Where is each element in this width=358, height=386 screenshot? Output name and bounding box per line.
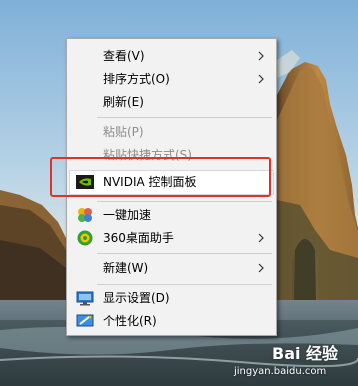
menu-item-label: 排序方式(O) (103, 72, 170, 86)
menu-item-speedup[interactable]: 一键加速 (67, 204, 276, 226)
baidu-jingyan-watermark: Bai 经验 jingyan.baidu.com (232, 340, 354, 382)
menu-item-label: 一键加速 (103, 208, 152, 222)
watermark-logo: Bai 经验 (272, 344, 339, 363)
menu-separator (97, 253, 272, 254)
menu-item-label: 粘贴(P) (103, 125, 144, 139)
menu-item-refresh[interactable]: 刷新(E) (67, 91, 276, 113)
menu-item-display-settings[interactable]: 显示设置(D) (67, 287, 276, 309)
chevron-right-icon (258, 233, 264, 243)
menu-item-label: 新建(W) (103, 261, 149, 275)
360-icon (77, 230, 93, 246)
menu-item-360-desktop-helper[interactable]: 360桌面助手 (67, 227, 276, 249)
menu-item-label: 显示设置(D) (103, 291, 170, 305)
menu-item-label: 个性化(R) (103, 314, 157, 328)
menu-separator (97, 201, 272, 202)
personalize-icon (76, 314, 94, 327)
menu-item-sort-by[interactable]: 排序方式(O) (67, 68, 276, 90)
menu-item-label: 刷新(E) (103, 95, 144, 109)
highlight-annotation-box (50, 157, 271, 197)
watermark-url: jingyan.baidu.com (234, 366, 327, 377)
menu-item-personalize[interactable]: 个性化(R) (67, 310, 276, 332)
menu-item-view[interactable]: 查看(V) (67, 45, 276, 67)
menu-separator (97, 284, 272, 285)
chevron-right-icon (258, 51, 264, 61)
menu-item-label: 查看(V) (103, 49, 145, 63)
display-settings-icon (76, 291, 94, 306)
menu-item-label: 360桌面助手 (103, 231, 174, 245)
chevron-right-icon (258, 263, 264, 273)
speedup-icon (78, 208, 92, 222)
menu-item-new[interactable]: 新建(W) (67, 257, 276, 279)
chevron-right-icon (258, 74, 264, 84)
menu-item-paste: 粘贴(P) (67, 121, 276, 143)
menu-separator (97, 117, 272, 118)
